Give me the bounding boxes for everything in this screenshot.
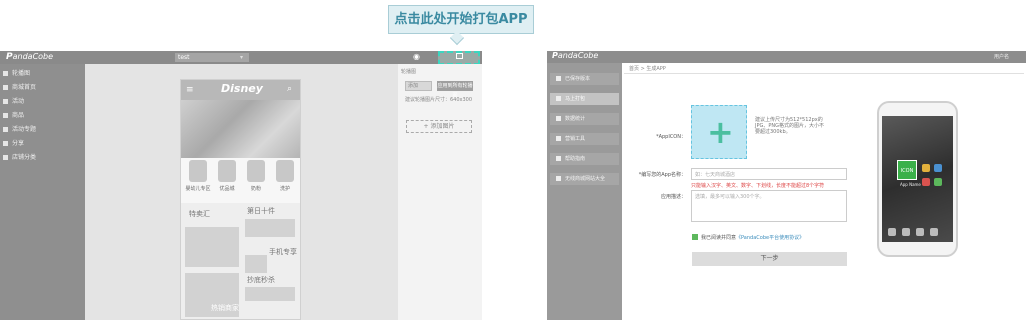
app-name-input[interactable]: 如：七天商城酒店 [691,168,847,180]
properties-title: 轮播图 [401,69,417,75]
sidebar-item-statistics[interactable]: 数据统计 [550,113,619,125]
promo-label[interactable]: 特卖汇 [189,209,210,219]
sidebar-item-marketing[interactable]: 营销工具 [550,133,619,145]
plus-icon: + [707,113,734,151]
home-icon [3,85,8,90]
editor-sidebar: 轮播图 商城首页 活动 商品 活动专题 分享 店铺分类 [0,64,85,320]
image-icon [3,71,8,76]
promo-image [245,287,295,301]
category-item[interactable]: 优品城 [214,160,240,192]
preview-eye-icon[interactable]: ◉ [413,52,420,61]
user-menu[interactable]: 用户名 [994,53,1009,60]
category-image [247,160,265,182]
dock-icon [916,228,924,236]
sidebar-item[interactable]: 商品 [3,110,81,121]
apply-all-button[interactable]: 应用到所有轮播图 [437,81,473,99]
packaging-topbar [547,51,1026,63]
promo-label[interactable]: 手机专享 [269,247,297,257]
divider [624,73,1024,74]
terms-link[interactable]: 《PandaCobe平台使用协议》 [736,235,804,241]
promo-label[interactable]: 热销商家 [211,303,239,313]
app-icon [922,178,930,186]
promo-label[interactable]: 第日十件 [247,206,275,216]
app-desc-textarea[interactable]: 选填，最多可以输入300个字。 [691,190,847,222]
promo-image [185,227,239,267]
store-title: Disney [221,82,263,95]
packaging-logo: PandaCobe [552,51,599,60]
search-icon[interactable]: ⌕ [287,84,292,94]
chevron-down-icon: ▾ [240,54,244,61]
app-desc-label: 应用描述： [660,194,686,200]
category-item[interactable]: 婴幼儿专区 [185,160,211,192]
app-name-label: *编写您的App名称： [638,172,686,178]
share-icon [3,141,8,146]
next-step-button[interactable]: 下一步 [692,252,847,266]
app-icon-preview: ICON [897,160,917,180]
category-item[interactable]: 洗护 [272,160,298,192]
start-packaging-callout: 点击此处开始打包APP [388,5,534,34]
category-image [189,160,207,182]
promo-label[interactable]: 抄底秒杀 [247,275,275,285]
link-icon [556,176,561,181]
sidebar-item[interactable]: 分享 [3,138,81,149]
category-item[interactable]: 奶粉 [243,160,269,192]
sidebar-item[interactable]: 店铺分类 [3,152,81,163]
dock-icon [930,228,938,236]
app-icon [934,178,942,186]
cart-icon [3,113,8,118]
sidebar-item[interactable]: 活动专题 [3,124,81,135]
app-icon-label: *AppICON： [656,134,686,140]
banner-carousel[interactable] [181,100,300,158]
agree-checkbox[interactable] [692,234,698,240]
add-button[interactable]: 添加 [405,81,432,91]
list-icon [3,99,8,104]
category-image [218,160,236,182]
sidebar-item[interactable]: 活动 [3,96,81,107]
app-icon [922,164,930,172]
app-icon [934,164,942,172]
breadcrumb: 首页 > 生成APP [629,66,666,72]
sidebar-item-directory[interactable]: 无线商城网站大全 [550,173,619,185]
sidebar-item-saved-versions[interactable]: 已保存版本 [550,73,619,85]
sidebar-item-package-now[interactable]: 马上打包 [550,93,619,105]
app-name-preview: App Name [900,182,921,187]
icon-upload-hint: 建议上传尺寸为512*512px的JPG、PNG格式的图片，大小不要超过300k… [755,117,824,135]
agree-label: 我已阅读并同意《PandaCobe平台使用协议》 [701,235,805,241]
phone-preview: ≡ Disney ⌕ 婴幼儿专区 优品城 奶粉 洗护 特卖汇 第日十件 手机专享… [180,79,301,320]
chart-icon [556,116,561,121]
dock-icon [902,228,910,236]
help-icon [556,156,561,161]
package-icon [556,96,561,101]
promo-grid: 特卖汇 第日十件 手机专享 抄底秒杀 热销商家 [181,203,300,319]
editor-logo: PandaCobe [6,52,54,62]
grid-icon [3,155,8,160]
gift-icon [3,127,8,132]
project-selector[interactable]: test [175,53,249,62]
size-hint: 建议轮播图片尺寸：640x300 [405,97,473,103]
promo-image [245,219,295,237]
tool-icon [556,136,561,141]
package-icon [456,53,463,59]
menu-icon[interactable]: ≡ [186,85,194,95]
sidebar-item[interactable]: 商城首页 [3,82,81,93]
app-name-error: 只能输入汉字、英文、数字、下划线，长度不能超过8个字符 [691,183,825,189]
category-image [276,160,294,182]
folder-icon [556,76,561,81]
promo-image [245,255,267,273]
sidebar-item[interactable]: 轮播图 [3,68,81,79]
phone-mockup-screen [882,116,953,242]
sidebar-item-help[interactable]: 帮助指南 [550,153,619,165]
dock-icon [888,228,896,236]
add-image-button[interactable]: + 添加图片 [406,120,472,133]
